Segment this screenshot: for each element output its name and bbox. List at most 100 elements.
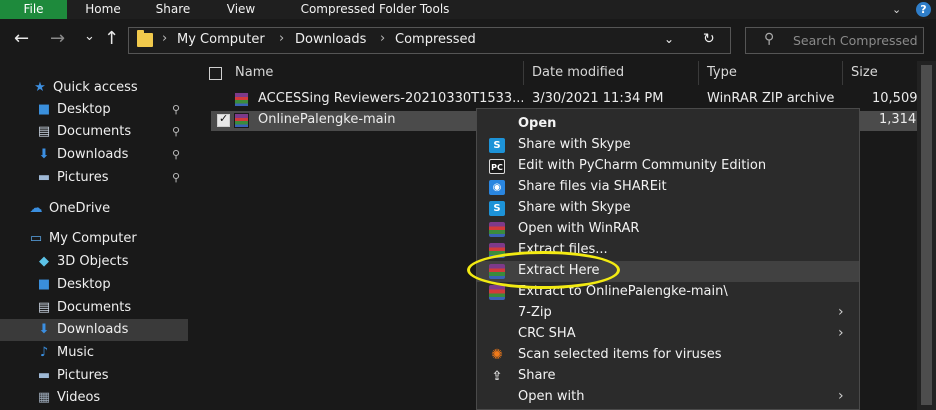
menu-item-label: 7-Zip [518, 305, 552, 320]
breadcrumb-separator: › [380, 31, 386, 46]
file-type: WinRAR ZIP archive [707, 91, 835, 106]
winrar-icon [489, 285, 505, 300]
pin-icon[interactable]: ⚲ [172, 121, 180, 143]
sidebar-item-onedrive[interactable]: ☁ OneDrive [0, 198, 188, 220]
column-divider[interactable] [698, 61, 699, 85]
sidebar-item-label: Downloads [57, 147, 129, 162]
sidebar-item-label: Documents [57, 124, 132, 139]
sidebar-item-videos[interactable]: ▦ Videos [0, 387, 188, 409]
star-icon: ★ [34, 80, 46, 95]
sidebar-item-documents[interactable]: ▤ Documents [0, 297, 188, 319]
sidebar-item-label: OneDrive [49, 201, 111, 216]
menu-item-share-files-via-shareit[interactable]: ◉ Share files via SHAREit [477, 177, 859, 198]
sidebar-item-3d-objects[interactable]: ◆ 3D Objects [0, 251, 188, 273]
sidebar-item-desktop[interactable]: ■ Desktop [0, 274, 188, 296]
3d-objects-icon: ◆ [39, 254, 49, 269]
select-all-checkbox[interactable] [209, 67, 222, 80]
tab-home[interactable]: Home [71, 0, 135, 19]
ribbon-expand-icon[interactable]: ⌄ [892, 0, 901, 19]
menu-item-label: CRC SHA [518, 326, 576, 341]
menu-item-crc-sha[interactable]: CRC SHA › [477, 324, 859, 345]
pin-icon[interactable]: ⚲ [172, 167, 180, 189]
refresh-icon[interactable]: ↻ [703, 31, 715, 47]
file-name: OnlinePalengke-main [258, 112, 396, 127]
pycharm-icon: PC [489, 159, 505, 174]
search-icon: ⚲ [764, 31, 775, 47]
menu-item-label: Open with [518, 389, 585, 404]
menu-item-share-with-skype[interactable]: S Share with Skype [477, 135, 859, 156]
search-box[interactable]: ⚲ Search Compressed [745, 27, 924, 54]
row-checkbox[interactable] [217, 112, 230, 127]
menu-item-label: Edit with PyCharm Community Edition [518, 158, 767, 173]
menu-item-edit-with-pycharm-community-edition[interactable]: PC Edit with PyCharm Community Edition [477, 156, 859, 177]
pictures-icon: ▬ [37, 368, 51, 383]
address-dropdown-icon[interactable]: ⌄ [664, 32, 674, 46]
winrar-archive-icon [234, 113, 249, 128]
tab-file[interactable]: File [0, 0, 67, 19]
downloads-icon: ⬇ [38, 147, 50, 162]
column-header-name[interactable]: Name [235, 61, 273, 85]
sidebar-item-label: Music [57, 345, 94, 360]
desktop-icon: ■ [37, 102, 51, 117]
avast-icon: ✺ [491, 347, 503, 363]
sidebar-item-downloads[interactable]: ⬇ Downloads ⚲ [0, 144, 188, 166]
menu-item-label: Share [518, 368, 556, 383]
forward-button[interactable]: → [50, 29, 65, 49]
sidebar-item-desktop[interactable]: ■ Desktop ⚲ [0, 99, 188, 121]
computer-icon: ▭ [29, 231, 43, 246]
file-date-modified: 3/30/2021 11:34 PM [532, 91, 664, 106]
menu-item-open-with-winrar[interactable]: Open with WinRAR [477, 219, 859, 240]
menu-item-scan-selected-items-for-viruses[interactable]: ✺ Scan selected items for viruses [477, 345, 859, 366]
scrollbar-thumb[interactable] [921, 65, 932, 405]
sidebar-item-pictures[interactable]: ▬ Pictures ⚲ [0, 167, 188, 189]
column-divider[interactable] [842, 61, 843, 85]
menu-item-share-with-skype[interactable]: S Share with Skype [477, 198, 859, 219]
desktop-icon: ■ [37, 277, 51, 292]
help-icon[interactable]: ? [916, 2, 931, 17]
highlight-annotation-ring [467, 251, 620, 289]
file-name: ACCESSing Reviewers-20210330T1533... [258, 91, 523, 106]
sidebar-item-my-computer[interactable]: ▭ My Computer [0, 228, 188, 250]
column-divider[interactable] [523, 61, 524, 85]
menu-item-7-zip[interactable]: 7-Zip › [477, 303, 859, 324]
pictures-icon: ▬ [37, 170, 51, 185]
skype-icon: S [489, 138, 505, 153]
breadcrumb-compressed[interactable]: Compressed [395, 32, 476, 47]
sidebar-item-documents[interactable]: ▤ Documents ⚲ [0, 121, 188, 143]
menu-item-share[interactable]: ⇪ Share [477, 366, 859, 387]
up-button[interactable]: ↑ [104, 29, 119, 49]
breadcrumb-my-computer[interactable]: My Computer [177, 32, 265, 47]
column-header-type[interactable]: Type [707, 61, 737, 85]
column-header-size[interactable]: Size [851, 61, 878, 85]
menu-item-open[interactable]: Open [477, 114, 859, 135]
sidebar-item-quick-access[interactable]: ★ Quick access [0, 77, 188, 99]
sidebar-item-label: Desktop [57, 277, 111, 292]
pin-icon[interactable]: ⚲ [172, 144, 180, 166]
vertical-scrollbar[interactable] [917, 61, 936, 410]
column-header-date-modified[interactable]: Date modified [532, 61, 624, 85]
search-input[interactable]: Search Compressed [793, 33, 918, 48]
menu-item-open-with[interactable]: Open with › [477, 387, 859, 408]
pin-icon[interactable]: ⚲ [172, 99, 180, 121]
tab-compressed-folder-tools[interactable]: Compressed Folder Tools [278, 0, 472, 19]
ribbon-tabs: File Home Share View Compressed Folder T… [0, 0, 936, 19]
menu-item-label: Open with WinRAR [518, 221, 640, 236]
breadcrumb-downloads[interactable]: Downloads [295, 32, 366, 47]
onedrive-icon: ☁ [29, 201, 43, 216]
address-bar[interactable]: › My Computer › Downloads › Compressed ⌄… [128, 27, 827, 54]
sidebar-item-label: Documents [57, 300, 132, 315]
winrar-icon [489, 222, 505, 237]
tab-view[interactable]: View [210, 0, 272, 19]
sidebar-item-pictures[interactable]: ▬ Pictures [0, 365, 188, 387]
tab-share[interactable]: Share [140, 0, 206, 19]
back-button[interactable]: ← [14, 29, 29, 49]
sidebar-item-label: My Computer [49, 231, 137, 246]
sidebar-item-music[interactable]: ♪ Music [0, 342, 188, 364]
music-icon: ♪ [39, 345, 49, 360]
sidebar-item-downloads[interactable]: ⬇ Downloads [0, 319, 188, 341]
menu-item-label: Open [518, 116, 557, 131]
menu-item-label: Share files via SHAREit [518, 179, 667, 194]
table-row[interactable]: ACCESSing Reviewers-20210330T1533... 3/3… [211, 90, 936, 110]
address-row: ← → ⌄ ↑ › My Computer › Downloads › Comp… [0, 19, 936, 61]
recent-locations-button[interactable]: ⌄ [84, 27, 95, 47]
